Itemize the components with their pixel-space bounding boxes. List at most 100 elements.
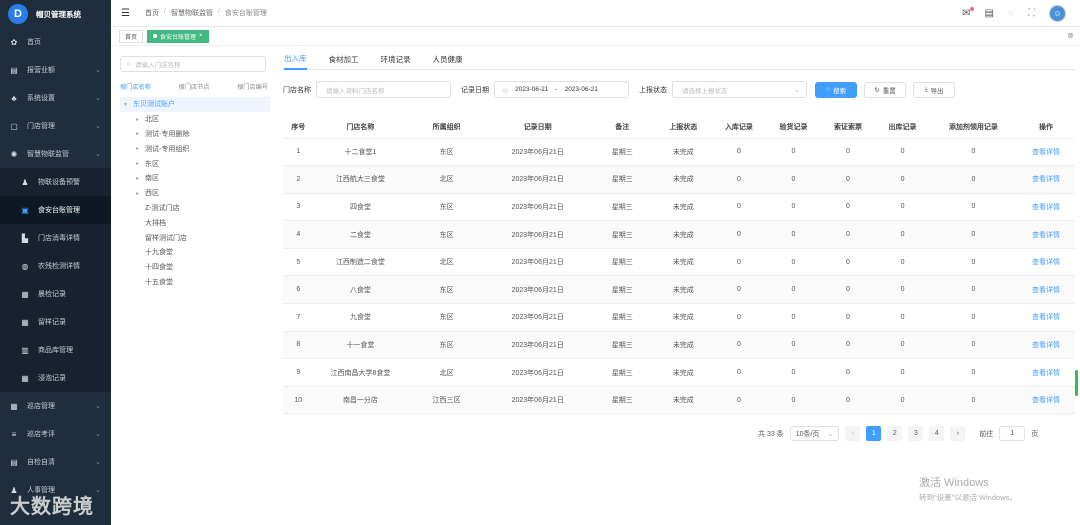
document-icon[interactable]: ▤: [985, 8, 994, 19]
tree-node[interactable]: 十五食堂: [120, 275, 270, 290]
table-cell: 0: [929, 303, 1018, 332]
sidebar-item-sub_items-7[interactable]: ▦ 浸泡记录: [0, 364, 111, 392]
breadcrumb-separator: /: [217, 8, 220, 15]
fullscreen-icon[interactable]: ⛶: [1028, 8, 1035, 19]
page-button[interactable]: 4: [929, 426, 945, 441]
caret-right-icon[interactable]: ▸: [136, 175, 142, 182]
page-numbers: 1234: [866, 426, 945, 441]
tree-node[interactable]: ▾ 东贝测试账户: [120, 97, 270, 112]
brand-watermark-text: 大数跨境: [10, 496, 94, 518]
record-tabs: 出入库 食材加工 环境记录 人员健康: [283, 50, 1075, 70]
status-select[interactable]: 请选择上报状态 ⌄: [672, 81, 807, 98]
tree-node[interactable]: ▸ 北区: [120, 112, 270, 127]
search-icon[interactable]: ○: [1008, 8, 1014, 19]
sidebar-item-sub_items-1[interactable]: ▣ 食安台账管理: [0, 196, 111, 224]
sidebar-item-bottom_items-0[interactable]: ▦ 巡店管理 ⌄: [0, 392, 111, 420]
tab-health[interactable]: 人员健康: [433, 50, 463, 70]
close-all-icon[interactable]: ⊗: [1067, 31, 1074, 40]
avatar[interactable]: ☺: [1049, 5, 1066, 22]
tree-node[interactable]: ▸ 南区: [120, 171, 270, 186]
tab-in-out[interactable]: 出入库: [284, 50, 307, 70]
close-icon[interactable]: ×: [199, 33, 203, 39]
top-actions: ✉ ▤ ○ ⛶ ☺: [962, 5, 1066, 22]
tree-node[interactable]: Z-测试门店: [120, 201, 270, 216]
soak-icon: ▦: [21, 373, 29, 383]
table-header-row: 序号 门店名称 所属组织 记录日期 备注 上报状态 入库记录 验货记录 索证索票 出库记录 添加剂领…: [283, 116, 1075, 139]
table-cell: 0: [929, 331, 1018, 360]
store-search-input[interactable]: ○ 请输入门店名称: [120, 56, 266, 72]
goto-page-input[interactable]: 1: [999, 426, 1026, 441]
reset-button[interactable]: ↻ 重置: [864, 81, 906, 98]
sidebar-item-sub_items-4[interactable]: ▦ 晨检记录: [0, 280, 111, 308]
breadcrumb-module[interactable]: 智慧物联监管: [171, 8, 213, 18]
menu-toggle-icon[interactable]: ☰: [121, 8, 131, 19]
search-tab-name[interactable]: 搜门店名称: [120, 82, 151, 91]
caret-right-icon[interactable]: ▸: [136, 116, 142, 123]
sidebar-item-items-2[interactable]: ♣ 系统设置 ⌄: [0, 84, 111, 112]
tree-node[interactable]: ▸ 西区: [120, 186, 270, 201]
search-button[interactable]: ○ 搜索: [815, 81, 857, 98]
caret-right-icon[interactable]: ▸: [136, 190, 142, 197]
disinfect-icon: ▙: [21, 233, 29, 243]
table-cell: 东区: [407, 138, 486, 167]
caret-down-icon[interactable]: ▾: [124, 101, 130, 108]
table-cell: 7: [283, 303, 314, 332]
tree-node-label: 留样测试门店: [145, 234, 187, 242]
page-size-select[interactable]: 10条/页 ⌄: [789, 426, 840, 441]
sidebar-item-items-3[interactable]: ▢ 门店管理 ⌄: [0, 112, 111, 140]
caret-right-icon[interactable]: ▸: [136, 130, 142, 137]
tree-node[interactable]: ▸ 测试-专用删除: [120, 127, 270, 142]
view-details-link[interactable]: 查看详情: [1017, 165, 1075, 194]
goto-label: 前往: [979, 430, 994, 438]
tree-node[interactable]: 十四食堂: [120, 260, 270, 275]
search-tab-code[interactable]: 搜门店编号: [237, 82, 268, 91]
sidebar-item-sub_items-0[interactable]: ♟ 物联设备预警: [0, 168, 111, 196]
table-cell: 2023年06月21日: [485, 165, 590, 194]
page-button[interactable]: 2: [887, 426, 903, 441]
tab-processing[interactable]: 食材加工: [329, 50, 359, 70]
next-page-button[interactable]: ›: [950, 426, 966, 441]
date-range-picker[interactable]: ▭ 2023-06-21 - 2023-06-21: [494, 81, 629, 98]
tag-home[interactable]: 首页: [119, 29, 144, 43]
tree-node[interactable]: 大排档: [120, 215, 270, 230]
store-name-input[interactable]: 请输入资料门店名称: [316, 81, 451, 98]
sidebar-item-items-0[interactable]: ✿ 首页: [0, 28, 111, 56]
mail-icon[interactable]: ✉: [962, 7, 974, 19]
view-details-link[interactable]: 查看详情: [1017, 138, 1075, 167]
tree-node[interactable]: ▸ 测试-专用组织: [120, 141, 270, 156]
view-details-link[interactable]: 查看详情: [1017, 331, 1075, 360]
view-details-link[interactable]: 查看详情: [1017, 248, 1075, 277]
tag-food-safety-ledger[interactable]: 食安台账管理 ×: [147, 29, 209, 43]
tree-node[interactable]: ▸ 东区: [120, 156, 270, 171]
sidebar-item-bottom_items-2[interactable]: ▤ 自检自清 ⌄: [0, 448, 111, 476]
search-tab-node[interactable]: 搜门店节点: [179, 82, 210, 91]
tree-node[interactable]: 留样测试门店: [120, 230, 270, 245]
sidebar-item-sub_items-5[interactable]: ▦ 留样记录: [0, 308, 111, 336]
breadcrumb-home[interactable]: 首页: [145, 8, 159, 18]
sidebar-item-items-1[interactable]: ▤ 报营业额 ⌄: [0, 56, 111, 84]
view-details-link[interactable]: 查看详情: [1017, 303, 1075, 332]
sidebar-item-sub_items-6[interactable]: ▥ 商品库管理: [0, 336, 111, 364]
view-details-link[interactable]: 查看详情: [1017, 220, 1075, 249]
sidebar-item-sub_items-3[interactable]: ◍ 农残检测详情: [0, 252, 111, 280]
prev-page-button[interactable]: ‹: [845, 426, 861, 441]
sidebar-item-bottom_items-1[interactable]: ≡ 巡店考评 ⌄: [0, 420, 111, 448]
view-details-link[interactable]: 查看详情: [1017, 193, 1075, 222]
page-button[interactable]: 1: [866, 426, 882, 441]
tree-node[interactable]: 十九食堂: [120, 245, 270, 260]
page-button[interactable]: 3: [908, 426, 924, 441]
table-cell: 2023年06月21日: [485, 275, 590, 305]
sidebar-item-sub_items-2[interactable]: ▙ 门店消毒详情: [0, 224, 111, 252]
tab-environment[interactable]: 环境记录: [381, 50, 411, 70]
view-details-link[interactable]: 查看详情: [1017, 386, 1075, 415]
caret-right-icon[interactable]: ▸: [136, 145, 142, 152]
scrollbar-thumb[interactable]: [1075, 370, 1078, 396]
sidebar-item-items-4[interactable]: ✺ 智慧物联监管 ⌄: [0, 140, 111, 168]
table-cell: 0: [711, 193, 767, 222]
view-details-link[interactable]: 查看详情: [1017, 358, 1075, 387]
caret-right-icon[interactable]: ▸: [136, 160, 142, 167]
chevron-down-icon: ⌄: [95, 123, 101, 130]
export-button[interactable]: ⤓ 导出: [913, 81, 955, 98]
view-details-link[interactable]: 查看详情: [1017, 275, 1075, 305]
table-cell: 0: [929, 248, 1018, 277]
